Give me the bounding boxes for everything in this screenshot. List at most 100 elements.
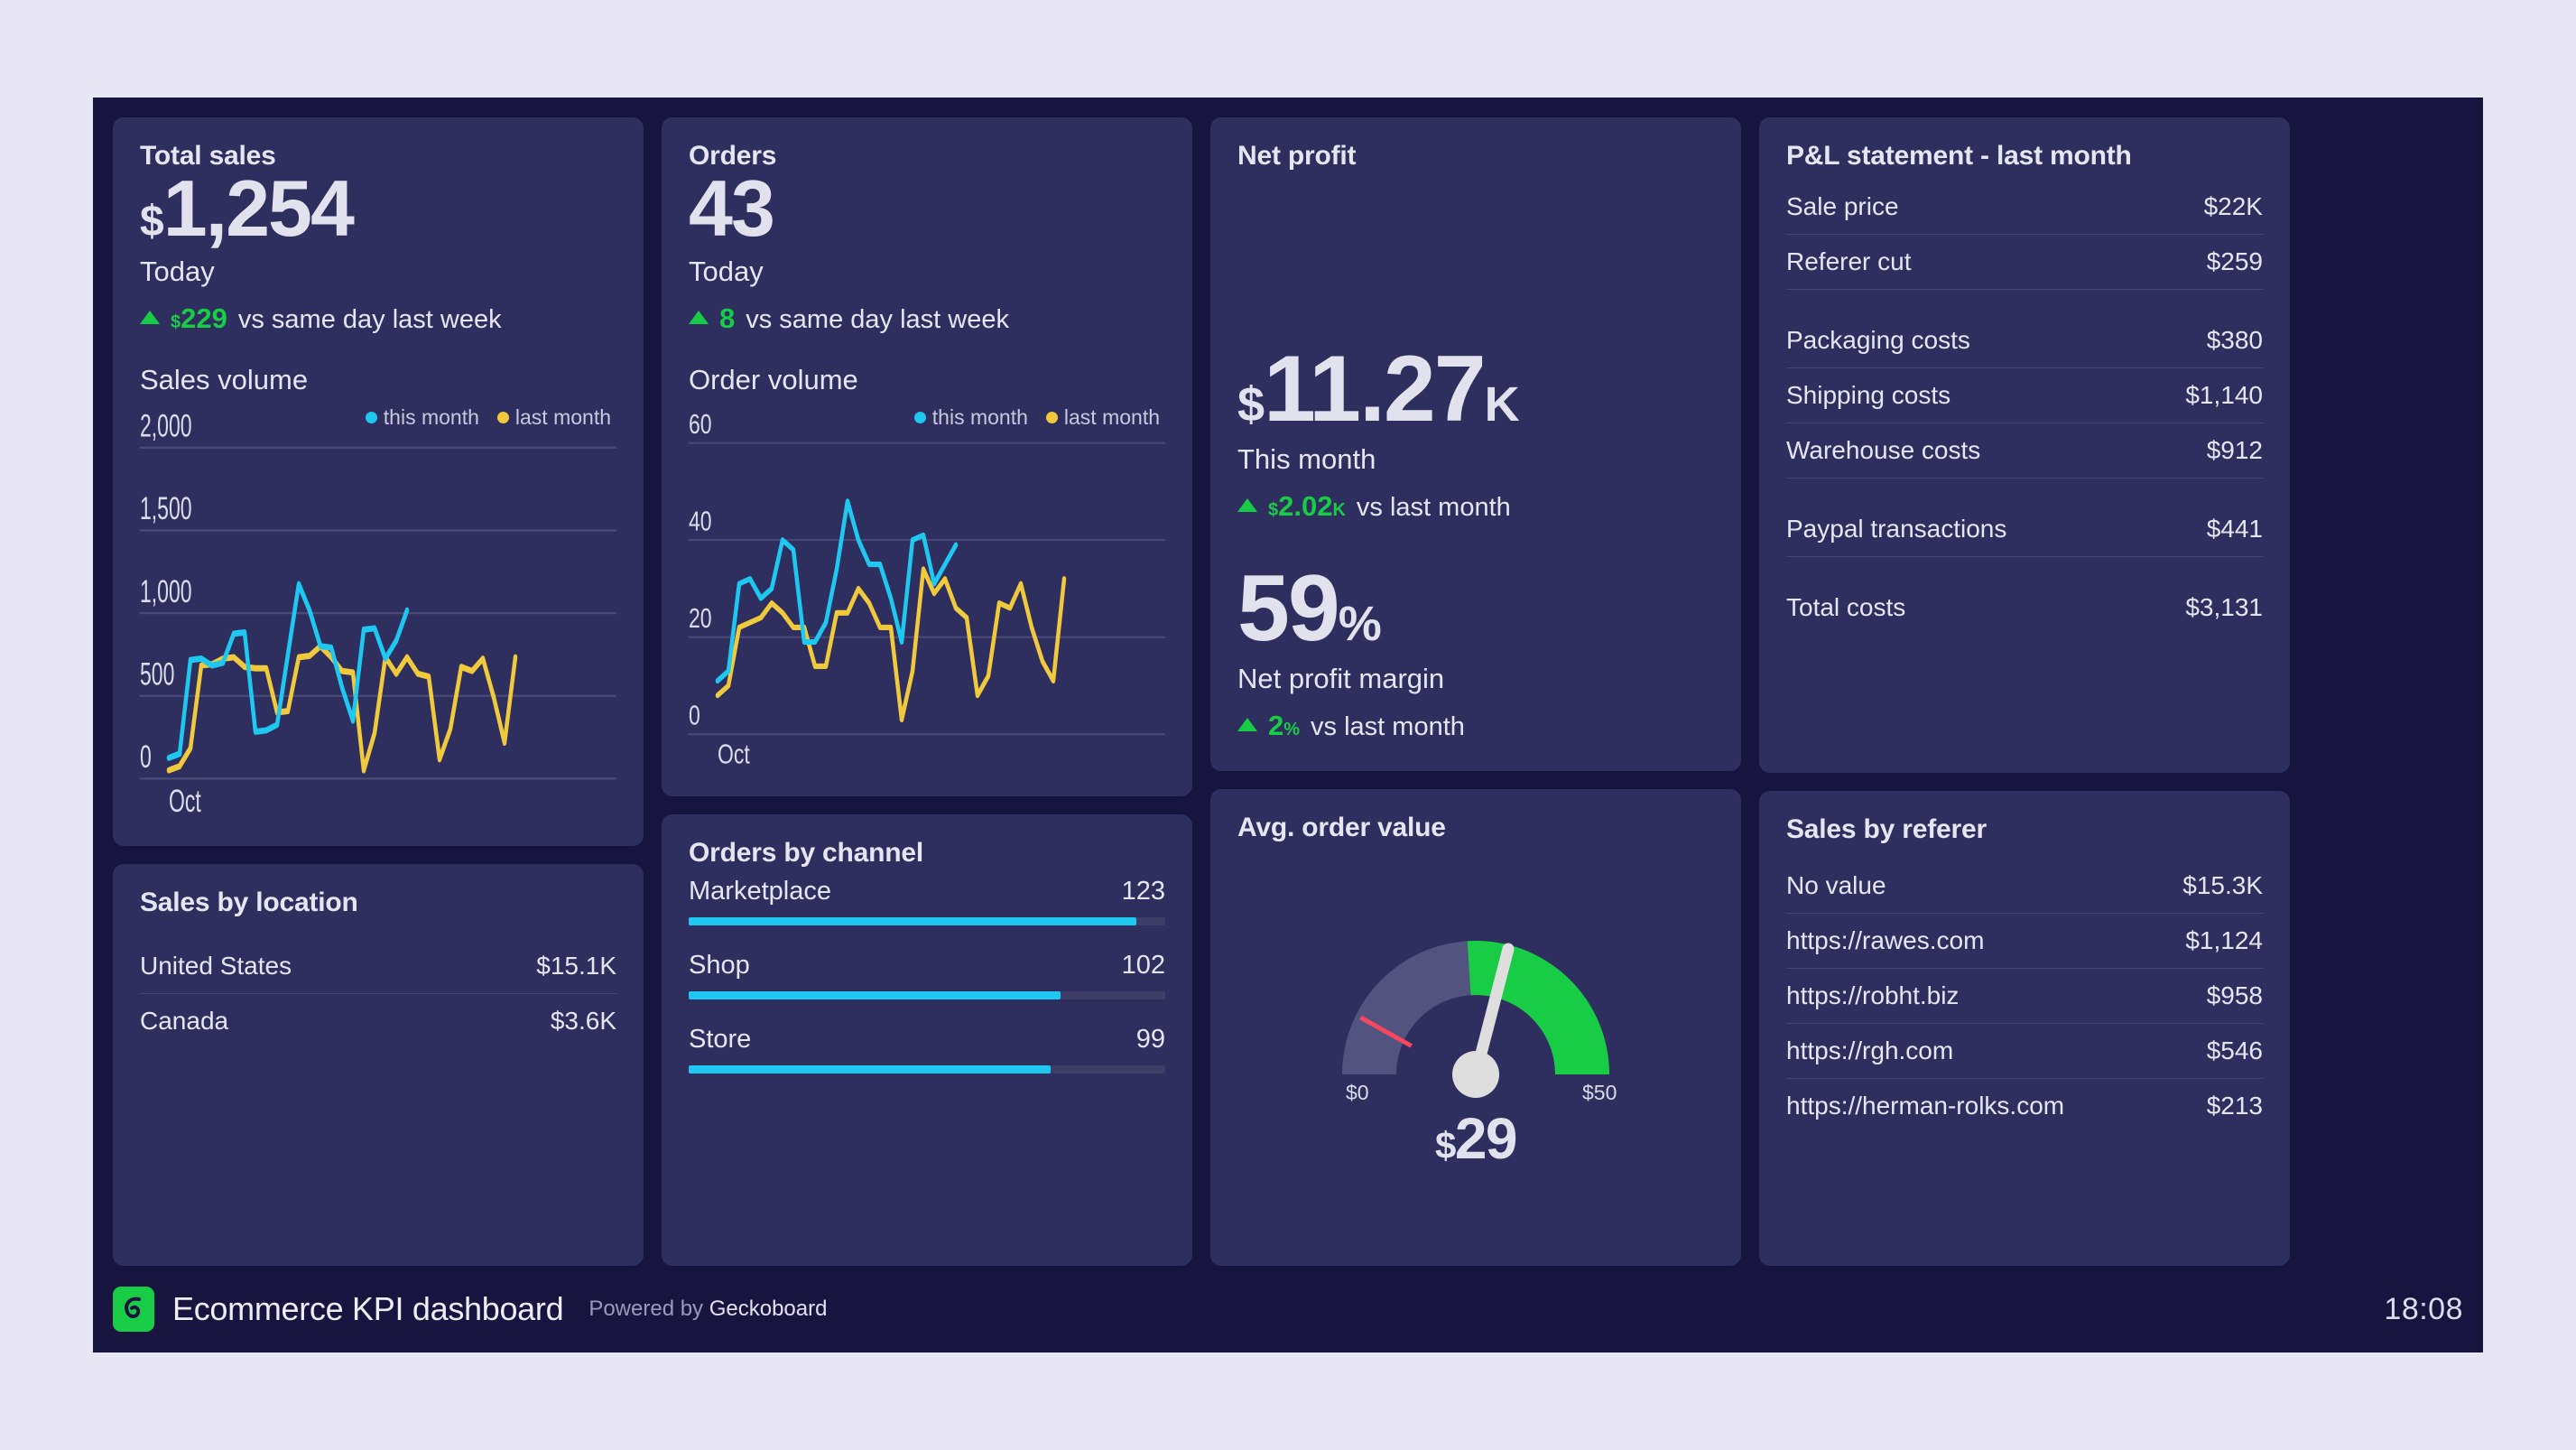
dashboard: Total sales $1,254 Today $229 vs same da… <box>93 98 2483 1352</box>
panel-title-sales-by-location: Sales by location <box>140 887 358 917</box>
delta-currency-symbol: $ <box>171 311 181 332</box>
table-row: https://robht.biz $958 <box>1786 969 2263 1024</box>
panel-sales-by-location: Sales by location United States $15.1K C… <box>113 863 644 1266</box>
row-value: $441 <box>2206 515 2263 543</box>
sales-volume-svg: 2,000 1,500 1,000 500 0 Oct <box>140 409 616 819</box>
chart-title-order-volume: Order volume <box>689 363 858 395</box>
orders-value: 43 <box>689 169 1165 248</box>
column-1: Total sales $1,254 Today $229 vs same da… <box>113 117 644 1266</box>
net-profit-margin-kpi: 59% Net profit margin 2% vs last month <box>1237 555 1714 742</box>
powered-by-label: Powered by Geckoboard <box>588 1297 828 1321</box>
gauge-number: 29 <box>1454 1106 1518 1172</box>
net-profit-number: 11.27 <box>1264 337 1487 442</box>
table-row: Sale price $22K <box>1786 180 2263 235</box>
ytick-1500: 1,500 <box>140 491 192 526</box>
row-label: Shipping costs <box>1786 381 1951 409</box>
row-label: https://herman-rolks.com <box>1786 1091 2065 1120</box>
gauge-value: $29 <box>1434 1105 1518 1172</box>
dashboard-footer: Ecommerce KPI dashboard Powered by Gecko… <box>113 1266 2463 1352</box>
legend-item-last-month: last month <box>1045 405 1160 430</box>
orders-period-label: Today <box>689 255 764 287</box>
chart-order-volume: this month last month 60 40 20 0 Oct <box>689 405 1165 773</box>
legend-item-this-month: this month <box>913 405 1028 430</box>
panel-avg-order-value: Avg. order value $0 $50 $ 29 <box>1210 788 1741 1266</box>
legend-dot-last-month <box>496 411 509 423</box>
legend-item-last-month: last month <box>496 405 611 430</box>
ytick-0: 0 <box>689 699 700 730</box>
trend-up-icon <box>1237 717 1257 731</box>
dashboard-title: Ecommerce KPI dashboard <box>172 1290 564 1327</box>
row-label: No value <box>1786 870 1886 899</box>
ytick-2000: 2,000 <box>140 409 192 444</box>
orders-kpi: 43 Today 8 vs same day last week <box>689 169 1165 335</box>
chart-sales-volume: this month last month 2,000 1,500 1,000 … <box>140 405 616 823</box>
panel-orders-by-channel: Orders by channel Marketplace 123 Shop 1… <box>662 813 1192 1266</box>
gauge-min-label: $0 <box>1346 1081 1369 1104</box>
xtick-oct: Oct <box>169 784 201 819</box>
total-sales-period-label: Today <box>140 255 215 287</box>
row-label: https://rgh.com <box>1786 1036 1954 1064</box>
gauge-avg-order-value: $0 $50 $29 <box>1237 842 1714 1242</box>
bar-value: 102 <box>1121 950 1165 980</box>
row-label: https://robht.biz <box>1786 981 1960 1009</box>
legend-order-volume: this month last month <box>913 405 1160 430</box>
panel-title-avg-order-value: Avg. order value <box>1237 812 1446 842</box>
currency-symbol: $ <box>1237 377 1265 432</box>
table-row: No value $15.3K <box>1786 859 2263 914</box>
bar-track <box>689 916 1165 925</box>
row-value: $546 <box>2206 1036 2263 1064</box>
total-sales-delta-value: $229 <box>171 302 227 334</box>
total-sales-delta-text: vs same day last week <box>237 304 502 334</box>
panel-title-sales-by-referer: Sales by referer <box>1786 813 1987 844</box>
gecko-glyph <box>125 1297 141 1318</box>
table-row: Canada $3.6K <box>140 994 616 1048</box>
row-value: $22K <box>2203 192 2263 220</box>
trend-up-icon <box>689 310 709 324</box>
ytick-0: 0 <box>140 739 152 775</box>
row-value: $912 <box>2206 436 2263 464</box>
gridlines <box>689 442 1165 735</box>
panel-pl-statement: P&L statement - last month Sale price $2… <box>1759 117 2290 773</box>
row-value: $1,124 <box>2185 925 2263 954</box>
clock: 18:08 <box>2384 1291 2463 1326</box>
row-value: $380 <box>2206 326 2263 354</box>
delta-percent-suffix: % <box>1283 719 1301 739</box>
row-value: $15.1K <box>536 951 616 980</box>
net-profit-margin-label: Net profit margin <box>1237 662 1445 694</box>
row-label: Paypal transactions <box>1786 515 2007 543</box>
row-value: $213 <box>2206 1091 2263 1120</box>
orders-delta-value: 8 <box>719 302 736 334</box>
currency-symbol: $ <box>1434 1124 1456 1167</box>
delta-currency-symbol: $ <box>1268 499 1279 520</box>
bar-track <box>689 1064 1165 1074</box>
ytick-40: 40 <box>689 505 712 536</box>
table-row: https://herman-rolks.com $213 <box>1786 1079 2263 1133</box>
bar-value: 99 <box>1135 1024 1165 1054</box>
bar-label: Shop <box>689 950 750 980</box>
ytick-500: 500 <box>140 656 174 692</box>
brand-name: Geckoboard <box>709 1297 828 1321</box>
row-value: $3.6K <box>550 1006 616 1035</box>
net-profit-delta-value: $2.02K <box>1268 489 1346 522</box>
trend-up-icon <box>1237 497 1257 512</box>
margin-number: 59 <box>1237 555 1340 661</box>
row-label: Canada <box>140 1006 229 1035</box>
bar-fill <box>689 1064 1052 1074</box>
xtick-oct: Oct <box>718 738 750 769</box>
row-label: Warehouse costs <box>1786 436 1981 464</box>
sales-by-referer-rows: No value $15.3K https://rawes.com $1,124… <box>1786 859 2263 1133</box>
legend-dot-this-month <box>913 411 926 423</box>
total-sales-value: $1,254 <box>140 169 616 248</box>
bar-value: 123 <box>1121 876 1165 906</box>
row-label: Total costs <box>1786 593 1906 621</box>
net-profit-delta: $2.02K vs last month <box>1237 490 1714 523</box>
legend-item-this-month: this month <box>365 405 479 430</box>
table-row: Paypal transactions $441 <box>1786 502 2263 557</box>
currency-symbol: $ <box>140 198 164 246</box>
row-label: Referer cut <box>1786 247 1912 275</box>
row-label: United States <box>140 951 292 980</box>
net-profit-value: $11.27 K <box>1237 337 1714 442</box>
row-label: https://rawes.com <box>1786 925 1985 954</box>
legend-dot-this-month <box>365 411 377 423</box>
row-value: $3,131 <box>2185 593 2263 621</box>
